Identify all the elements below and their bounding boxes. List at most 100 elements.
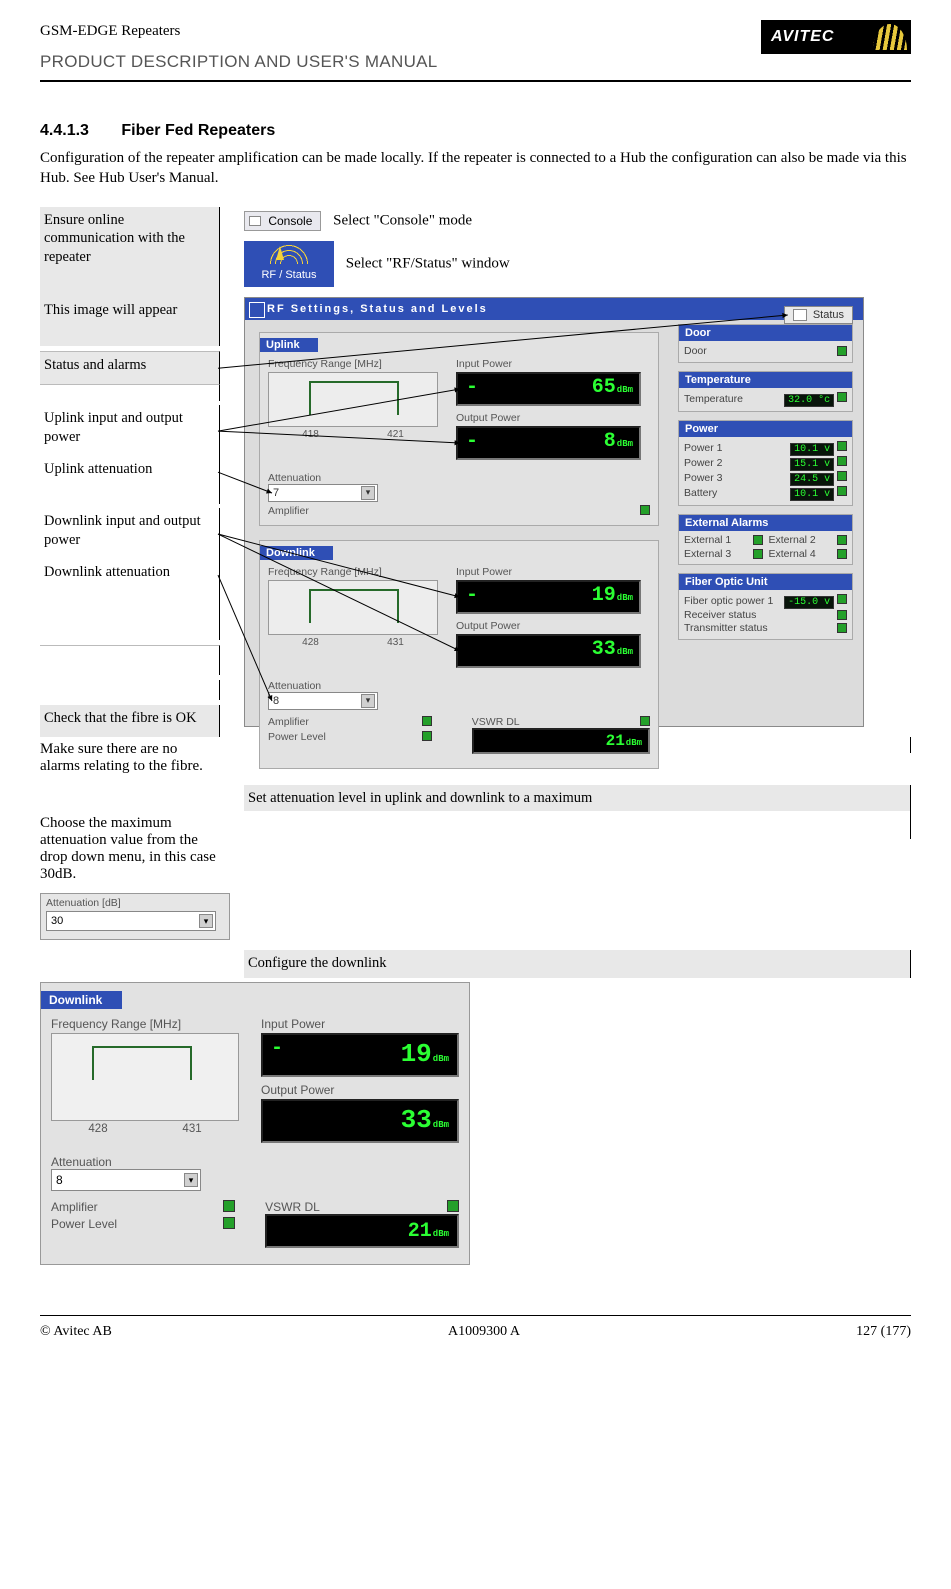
step-status-alarms: Status and alarms bbox=[40, 351, 220, 385]
dl2-freq-box: Frequency Range [MHz] 428 431 bbox=[51, 1017, 239, 1149]
power2-led-icon bbox=[837, 456, 847, 466]
rf-status-chip[interactable]: RF / Status bbox=[244, 241, 334, 287]
header-subtitle: PRODUCT DESCRIPTION AND USER'S MANUAL bbox=[40, 49, 438, 75]
power2-label: Power 2 bbox=[684, 457, 723, 469]
downlink-fhi: 431 bbox=[387, 637, 404, 648]
step-configure-downlink: Configure the downlink bbox=[244, 950, 911, 978]
footer-right: 127 (177) bbox=[856, 1324, 911, 1340]
ext3-label: External 3 bbox=[684, 548, 731, 560]
transmitter-led-icon bbox=[837, 623, 847, 633]
uplink-freq-label: Frequency Range [MHz] bbox=[268, 358, 438, 370]
status-sidebar: Status Door Door Temperature Temperature… bbox=[678, 306, 853, 640]
downlink-vswr-value: 21dBm bbox=[472, 728, 650, 754]
downlink-title: Downlink bbox=[260, 546, 333, 560]
downlink-amp-row: Amplifier bbox=[268, 716, 432, 728]
dl2-in-unit: dBm bbox=[433, 1054, 449, 1064]
downlink-attenuation-dropdown[interactable]: 8 ▾ bbox=[268, 692, 378, 710]
power2-value: 15.1 v bbox=[790, 458, 834, 471]
dl2-attenuation-dropdown[interactable]: 8 ▾ bbox=[51, 1169, 201, 1191]
rf-settings-panel: RF Settings, Status and Levels Uplink Fr… bbox=[244, 297, 864, 727]
step-downlink-attenuation: Downlink attenuation bbox=[40, 559, 220, 591]
downlink-pl-label: Power Level bbox=[268, 731, 326, 743]
door-label: Door bbox=[684, 345, 707, 357]
power2-row: Power 2 15.1 v bbox=[684, 456, 847, 470]
section-heading: 4.4.1.3 Fiber Fed Repeaters bbox=[40, 122, 911, 140]
power3-led-icon bbox=[837, 471, 847, 481]
power1-row: Power 1 10.1 v bbox=[684, 441, 847, 455]
downlink-input-power-value: 19dBm bbox=[456, 580, 641, 614]
door-led-icon bbox=[837, 346, 847, 356]
downlink-vswr-unit: dBm bbox=[626, 738, 642, 748]
dl2-vswr-label: VSWR DL bbox=[265, 1200, 320, 1214]
dl2-in-label: Input Power bbox=[261, 1017, 459, 1031]
step-set-attenuation-content: Choose the maximum attenuation value fro… bbox=[40, 811, 220, 950]
temperature-led-icon bbox=[837, 392, 847, 402]
dl2-pl-led-icon bbox=[223, 1217, 235, 1229]
battery-label: Battery bbox=[684, 487, 717, 499]
step-image-appear: This image will appear bbox=[40, 297, 220, 331]
status-button[interactable]: Status bbox=[784, 306, 853, 324]
uplink-att-value: 7 bbox=[273, 487, 279, 499]
console-chip[interactable]: Console bbox=[244, 211, 321, 231]
attenuation-widget-dropdown[interactable]: 30 ▾ bbox=[46, 911, 216, 931]
step-configure-downlink-content: Downlink Frequency Range [MHz] 428 431 I… bbox=[40, 978, 220, 1275]
uplink-attenuation-dropdown[interactable]: 7 ▾ bbox=[268, 484, 378, 502]
chevron-down-icon: ▾ bbox=[361, 694, 375, 708]
uplink-output-power-value: 8dBm bbox=[456, 426, 641, 460]
logo-text: AVITEC bbox=[771, 28, 834, 46]
fiber-power-led-icon bbox=[837, 594, 847, 604]
power1-led-icon bbox=[837, 441, 847, 451]
power-title: Power bbox=[679, 421, 852, 437]
downlink-amp-label: Amplifier bbox=[268, 716, 309, 728]
uplink-freq-nums: 418 421 bbox=[268, 429, 438, 440]
ext2-row: External 2 bbox=[769, 534, 848, 546]
dl2-out-label: Output Power bbox=[261, 1083, 459, 1097]
uplink-in-num: 65 bbox=[592, 376, 616, 399]
rf-status-select-text: Select "RF/Status" window bbox=[346, 255, 510, 271]
status-button-label: Status bbox=[813, 309, 844, 321]
battery-row: Battery10.1 v bbox=[684, 486, 847, 500]
door-section: Door Door bbox=[678, 324, 853, 363]
dl2-output-power-value: 33dBm bbox=[261, 1099, 459, 1143]
downlink-out-label: Output Power bbox=[456, 620, 641, 632]
downlink-freq-graph bbox=[268, 580, 438, 635]
step-uplink-power: Uplink input and output power bbox=[40, 405, 220, 455]
uplink-in-label: Input Power bbox=[456, 358, 641, 370]
downlink-att-value: 8 bbox=[273, 695, 279, 707]
downlink-in-num: 19 bbox=[592, 584, 616, 607]
dl2-amp-label: Amplifier bbox=[51, 1200, 98, 1214]
console-chip-label: Console bbox=[268, 214, 312, 228]
ext2-led-icon bbox=[837, 535, 847, 545]
uplink-out-num: 8 bbox=[604, 430, 616, 453]
step-downlink-power: Downlink input and output power bbox=[40, 508, 220, 558]
fiber-power-row: Fiber optic power 1-15.0 v bbox=[684, 594, 847, 608]
chevron-down-icon: ▾ bbox=[184, 1173, 198, 1187]
dl2-vswr-num: 21 bbox=[408, 1220, 432, 1243]
attenuation-widget-value: 30 bbox=[51, 915, 63, 927]
fiber-power-value: -15.0 v bbox=[784, 596, 834, 609]
dl2-vswr-value: 21dBm bbox=[265, 1214, 459, 1248]
temperature-section: Temperature Temperature32.0 °c bbox=[678, 371, 853, 412]
page-header: GSM-EDGE Repeaters PRODUCT DESCRIPTION A… bbox=[40, 20, 911, 82]
power1-value: 10.1 v bbox=[790, 443, 834, 456]
power1-label: Power 1 bbox=[684, 442, 723, 454]
dl2-out-unit: dBm bbox=[433, 1120, 449, 1130]
downlink-vswr-label: VSWR DL bbox=[472, 716, 520, 728]
downlink-power-col: Input Power 19dBm Output Power 33dBm bbox=[456, 566, 641, 674]
uplink-power-col: Input Power 65dBm Output Power 8dBm bbox=[456, 358, 641, 466]
avitec-logo: AVITEC bbox=[761, 20, 911, 54]
uplink-input-power-value: 65dBm bbox=[456, 372, 641, 406]
dl2-vswr-row: VSWR DL bbox=[265, 1200, 459, 1214]
footer-center: A1009300 A bbox=[448, 1324, 520, 1340]
downlink-vswr-led-icon bbox=[640, 716, 650, 726]
footer-left: © Avitec AB bbox=[40, 1324, 112, 1340]
header-product: GSM-EDGE Repeaters bbox=[40, 20, 438, 43]
dl2-input-power-value: 19dBm bbox=[261, 1033, 459, 1077]
power3-value: 24.5 v bbox=[790, 473, 834, 486]
downlink-output-power-value: 33dBm bbox=[456, 634, 641, 668]
left-spacer bbox=[40, 645, 220, 675]
step-check-fibre-text: Make sure there are no alarms relating t… bbox=[40, 737, 220, 785]
dl2-att-label: Attenuation bbox=[51, 1155, 459, 1169]
fiber-optic-title: Fiber Optic Unit bbox=[679, 574, 852, 590]
step-set-attenuation: Set attenuation level in uplink and down… bbox=[244, 785, 911, 812]
